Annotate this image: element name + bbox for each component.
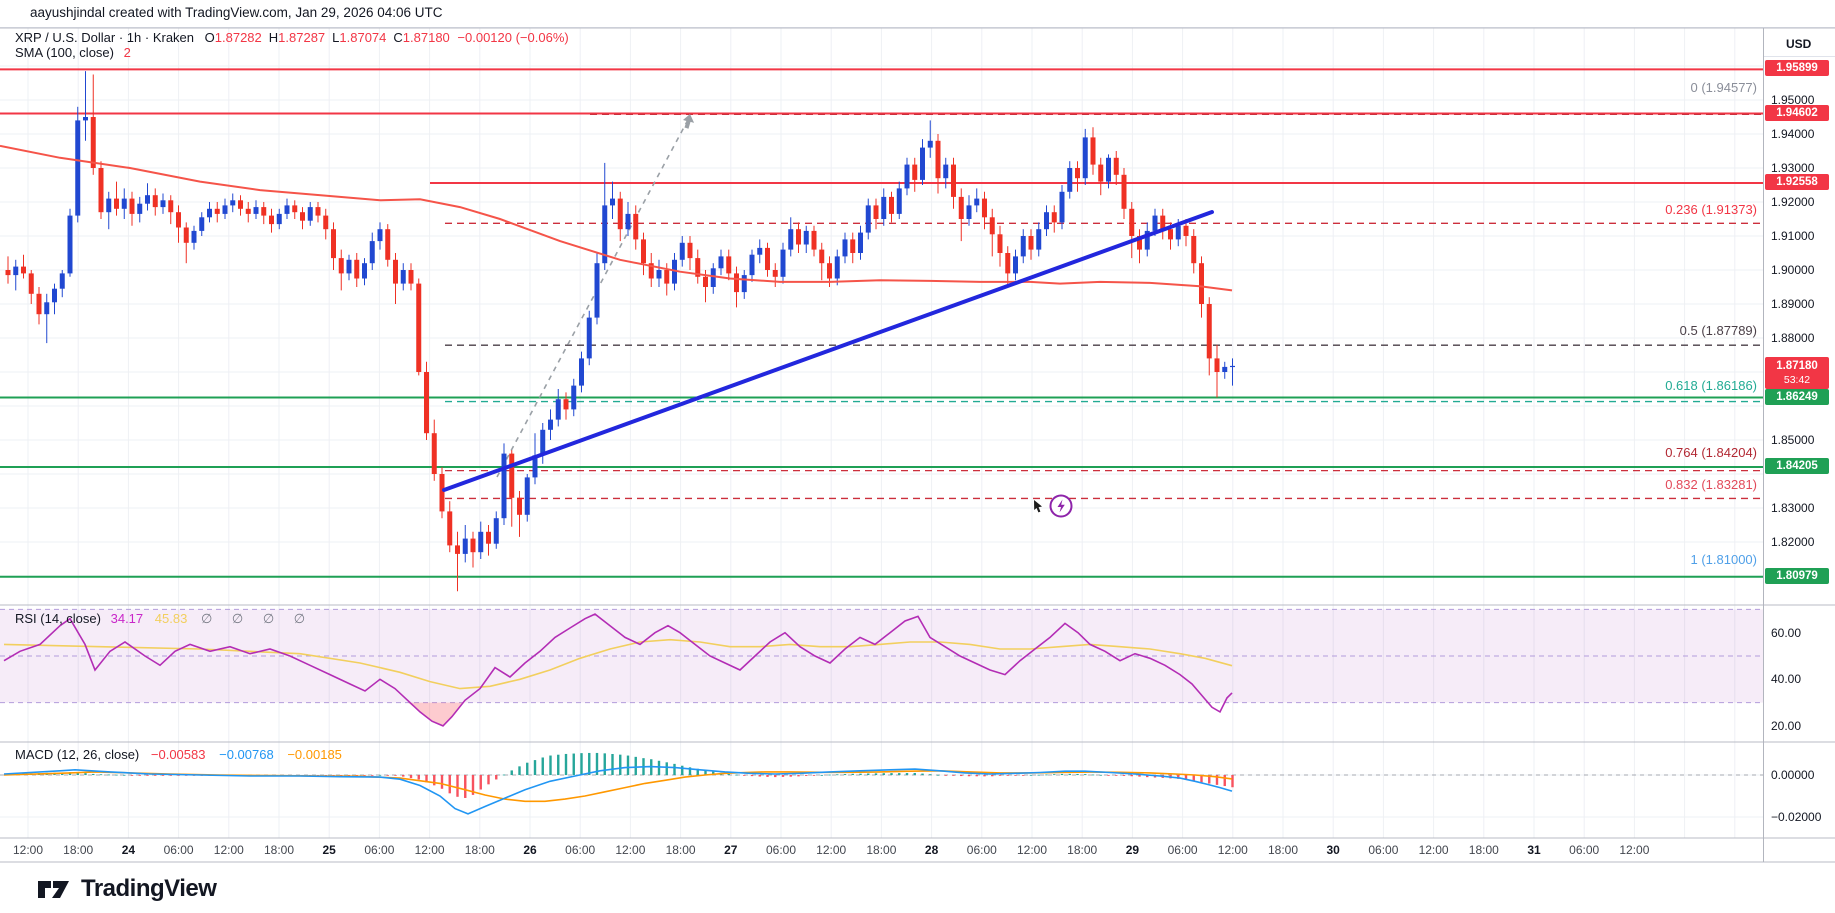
tradingview-logo-mark xyxy=(38,880,69,898)
time-axis-label[interactable]: 24 xyxy=(122,843,135,857)
time-axis-label[interactable]: 18:00 xyxy=(63,843,93,857)
time-axis-label[interactable]: 06:00 xyxy=(364,843,394,857)
interval-label: 1h xyxy=(126,30,142,45)
price-level-badge: 1.95899 xyxy=(1765,60,1829,76)
sma-value: 2 xyxy=(123,45,131,60)
rsi-value: 34.17 xyxy=(110,611,144,626)
price-axis-tick: 1.92000 xyxy=(1771,195,1815,209)
rsi-legend[interactable]: RSI (14, close) 34.17 45.83 ∅ ∅ ∅ ∅ xyxy=(15,611,313,627)
price-axis-tick: 1.88000 xyxy=(1771,331,1815,345)
time-axis-label[interactable]: 27 xyxy=(724,843,737,857)
time-axis-label[interactable]: 18:00 xyxy=(264,843,294,857)
price-change: −0.00120 (−0.06%) xyxy=(457,30,569,45)
time-axis-label[interactable]: 12:00 xyxy=(816,843,846,857)
trendline[interactable] xyxy=(442,210,1214,492)
ohlc-values: O1.87282 H1.87287 L1.87074 C1.87180 xyxy=(204,30,450,45)
time-axis-label[interactable]: 12:00 xyxy=(13,843,43,857)
price-axis-tick: 1.83000 xyxy=(1771,501,1815,515)
macd-line-value: −0.00768 xyxy=(219,747,274,762)
time-axis-label[interactable]: 29 xyxy=(1126,843,1139,857)
rsi-axis-tick: 20.00 xyxy=(1771,719,1802,733)
trend-arrow[interactable] xyxy=(496,115,691,478)
time-axis-label[interactable]: 12:00 xyxy=(415,843,445,857)
symbol-name: XRP / U.S. Dollar xyxy=(15,30,116,45)
time-axis-label[interactable]: 12:00 xyxy=(214,843,244,857)
time-axis-label[interactable]: 06:00 xyxy=(967,843,997,857)
fib-level-label: 0 (1.94577) xyxy=(1690,80,1758,95)
price-axis-border xyxy=(1763,28,1764,862)
price-axis-tick: 1.90000 xyxy=(1771,263,1815,277)
quick-action-widget[interactable] xyxy=(1030,492,1076,520)
chart-canvas[interactable] xyxy=(0,0,1835,913)
price-level-badge: 1.84205 xyxy=(1765,458,1829,474)
sma-label: SMA (100, close) xyxy=(15,45,114,60)
price-axis-tick: 1.93000 xyxy=(1771,161,1815,175)
macd-hist-value: −0.00583 xyxy=(150,747,206,762)
time-axis-label[interactable]: 06:00 xyxy=(766,843,796,857)
rsi-axis-tick: 60.00 xyxy=(1771,626,1802,640)
time-axis-label[interactable]: 18:00 xyxy=(1067,843,1097,857)
time-axis-label[interactable]: 30 xyxy=(1327,843,1340,857)
tradingview-chart-page: { "attribution": "aayushjindal created w… xyxy=(0,0,1835,913)
fib-level-label: 0.764 (1.84204) xyxy=(1665,445,1757,460)
tradingview-logo-text: TradingView xyxy=(81,875,217,902)
time-axis-label[interactable]: 18:00 xyxy=(465,843,495,857)
bar-countdown: 53:42 xyxy=(1783,374,1811,386)
exchange-label: Kraken xyxy=(152,30,195,45)
time-axis-label[interactable]: 28 xyxy=(925,843,938,857)
time-axis-label[interactable]: 18:00 xyxy=(1268,843,1298,857)
price-axis-currency[interactable]: USD xyxy=(1786,37,1811,51)
macd-axis-tick: −0.02000 xyxy=(1771,810,1822,824)
currency-divider xyxy=(1764,56,1835,57)
price-axis-tick: 1.85000 xyxy=(1771,433,1815,447)
price-axis-tick: 1.91000 xyxy=(1771,229,1815,243)
fib-level-label: 0.618 (1.86186) xyxy=(1665,378,1757,393)
trend-arrow-head xyxy=(683,114,695,129)
time-axis-label[interactable]: 12:00 xyxy=(1419,843,1449,857)
time-axis-label[interactable]: 06:00 xyxy=(1569,843,1599,857)
attribution-text: aayushjindal created with TradingView.co… xyxy=(30,5,443,20)
time-axis-label[interactable]: 06:00 xyxy=(1368,843,1398,857)
fib-level-label: 0.236 (1.91373) xyxy=(1665,202,1757,217)
time-axis-label[interactable]: 12:00 xyxy=(1017,843,1047,857)
cursor-icon xyxy=(1034,500,1042,513)
time-axis-label[interactable]: 06:00 xyxy=(164,843,194,857)
sma-legend[interactable]: SMA (100, close) 2 xyxy=(15,45,131,60)
macd-axis-tick: 0.00000 xyxy=(1771,768,1815,782)
tradingview-logo[interactable]: TradingView xyxy=(37,874,217,904)
time-axis-label[interactable]: 31 xyxy=(1527,843,1540,857)
fib-level-label: 0.832 (1.83281) xyxy=(1665,477,1757,492)
macd-signal-value: −0.00185 xyxy=(287,747,342,762)
fib-level-label: 0.5 (1.87789) xyxy=(1679,323,1757,338)
price-axis-tick: 1.89000 xyxy=(1771,297,1815,311)
price-level-badge: 1.94602 xyxy=(1765,105,1829,121)
time-axis-label[interactable]: 18:00 xyxy=(666,843,696,857)
time-axis-label[interactable]: 12:00 xyxy=(1619,843,1649,857)
macd-label: MACD (12, 26, close) xyxy=(15,747,140,762)
time-axis-label[interactable]: 26 xyxy=(523,843,536,857)
symbol-legend[interactable]: XRP / U.S. Dollar · 1h · Kraken O1.87282… xyxy=(15,30,569,45)
fib-level-label: 1 (1.81000) xyxy=(1690,552,1758,567)
macd-legend[interactable]: MACD (12, 26, close) −0.00583 −0.00768 −… xyxy=(15,747,342,762)
current-price-badge: 1.87180 53:42 xyxy=(1765,357,1829,389)
price-level-badge: 1.92558 xyxy=(1765,174,1829,190)
rsi-label: RSI (14, close) xyxy=(15,611,101,626)
price-axis-tick: 1.94000 xyxy=(1771,127,1815,141)
price-level-badge: 1.86249 xyxy=(1765,389,1829,405)
time-axis-label[interactable]: 12:00 xyxy=(615,843,645,857)
time-axis-label[interactable]: 18:00 xyxy=(866,843,896,857)
time-axis-label[interactable]: 18:00 xyxy=(1469,843,1499,857)
time-axis-label[interactable]: 25 xyxy=(323,843,336,857)
rsi-axis-tick: 40.00 xyxy=(1771,672,1802,686)
time-axis-label[interactable]: 12:00 xyxy=(1218,843,1248,857)
rsi-null-values: ∅ ∅ ∅ ∅ xyxy=(200,611,314,626)
time-axis-label[interactable]: 06:00 xyxy=(1168,843,1198,857)
price-level-badge: 1.80979 xyxy=(1765,568,1829,584)
price-axis-tick: 1.82000 xyxy=(1771,535,1815,549)
rsi-ma-value: 45.83 xyxy=(154,611,188,626)
time-axis-label[interactable]: 06:00 xyxy=(565,843,595,857)
